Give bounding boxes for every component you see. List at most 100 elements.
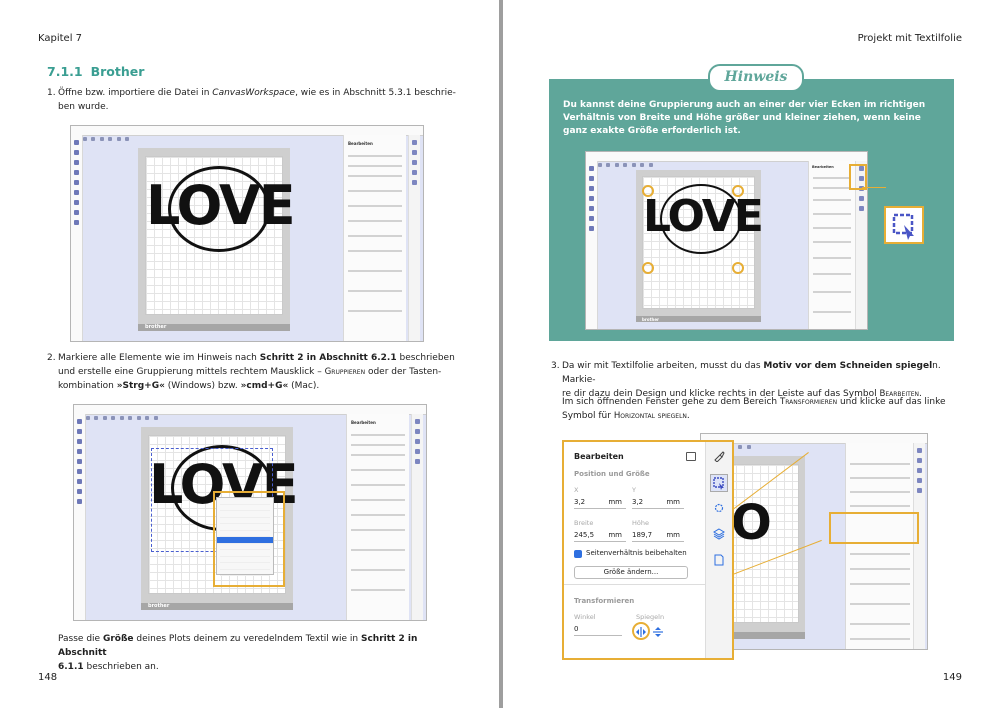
step-1-number: 1.	[47, 88, 56, 98]
step-2-number: 2.	[47, 353, 56, 363]
hint-text: Du kannst deine Gruppierung auch an eine…	[563, 100, 926, 136]
step-2: 2. Markiere alle Elemente wie im Hinweis…	[47, 351, 458, 393]
step-2-line3-cont: (Windows) bzw.	[164, 381, 241, 391]
edit-icon-callout	[884, 206, 924, 244]
step-2-line2: und erstelle eine Gruppierung mittels re…	[58, 367, 325, 377]
step-1-text-cont: , wie es in Abschnitt 5.3.1 beschrie-	[295, 88, 456, 98]
bearbeiten-icon	[713, 477, 724, 490]
cutting-mat: brother LOVE	[636, 170, 764, 322]
screenshot-2: brother LOVE Bearbeiten	[73, 404, 427, 621]
paint-icon[interactable]	[713, 450, 725, 462]
love-design: LOVE	[643, 191, 764, 242]
x-value: 3,2	[574, 498, 586, 506]
document-icon[interactable]	[713, 554, 725, 566]
section-heading: 7.1.1 Brother	[47, 64, 144, 79]
y-field[interactable]: 3,2 mm	[632, 497, 684, 509]
step-3-paragraph-2: Im sich öffnenden Fenster gehe zu dem Be…	[562, 395, 960, 423]
width-value: 245,5	[574, 531, 595, 539]
panel-title: Bearbeiten	[351, 420, 376, 425]
angle-value: 0	[574, 625, 579, 633]
closing-text-end: beschrieben an.	[83, 662, 159, 672]
step-2-line3-end: (Mac).	[288, 381, 320, 391]
step-3-text: Da wir mit Textilfolie arbeiten, musst d…	[562, 361, 764, 371]
closing-text-cont: deines Plots deinem zu veredelndem Texti…	[133, 634, 361, 644]
cutting-mat: brother LOVE	[138, 148, 296, 331]
callout-connector	[862, 187, 886, 188]
mirror-vertical-button[interactable]	[652, 623, 664, 637]
hint-badge: Hinweis	[708, 64, 804, 92]
width-unit: mm	[608, 531, 622, 539]
mirror-vertical-icon	[653, 627, 663, 637]
mat-brand: brother	[642, 317, 660, 322]
shortcut-mac: »cmd+G«	[240, 381, 289, 391]
page-number-left: 148	[38, 672, 58, 683]
screenshot-1: brother LOVE Bearbeiten	[70, 125, 424, 342]
edit-panel-mini: Bearbeiten	[808, 161, 855, 329]
position-size-heading: Position und Größe	[574, 470, 650, 478]
right-icon-bar	[408, 135, 420, 341]
step-3-p2-cont: und klicke auf das linke	[837, 397, 946, 407]
height-unit: mm	[666, 531, 680, 539]
panel-title: Bearbeiten	[348, 141, 373, 146]
step-1-text-end: ben wurde.	[58, 102, 109, 112]
edit-panel-zoom: Bearbeiten Position und Größe X Y 3,2 mm …	[562, 440, 734, 660]
step-1: 1. Öffne bzw. importiere die Datei in Ca…	[47, 86, 458, 114]
step-2-ref: Schritt 2 in Abschnitt 6.2.1	[259, 353, 397, 363]
keep-ratio-checkbox[interactable]	[574, 550, 582, 558]
running-head-right: Projekt mit Textilfolie	[857, 33, 962, 44]
height-field[interactable]: 189,7 mm	[632, 530, 684, 542]
layers-icon[interactable]	[713, 528, 725, 540]
corner-handle-br	[732, 262, 744, 274]
closing-paragraph: Passe die Größe deines Plots deinem zu v…	[58, 632, 458, 674]
right-icon-bar	[411, 414, 423, 620]
resize-button[interactable]: Größe ändern...	[574, 566, 688, 579]
corner-handle-bl	[642, 262, 654, 274]
edit-panel-mini: Bearbeiten	[346, 414, 409, 620]
mirror-horizontal-icon	[636, 627, 646, 637]
section-number: 7.1.1	[47, 64, 83, 79]
panel-icon-sidebar	[705, 442, 732, 658]
love-design: LOVE	[146, 174, 296, 237]
width-field[interactable]: 245,5 mm	[574, 530, 626, 542]
transformieren-ref: Transformieren	[779, 397, 838, 407]
step-2-text-cont: beschrieben	[396, 353, 455, 363]
divider	[564, 584, 706, 585]
y-value: 3,2	[632, 498, 644, 506]
step-1-app-name: CanvasWorkspace	[212, 88, 296, 98]
screenshot-left-tools	[71, 135, 83, 341]
step-2-line2-cont: oder der Tasten-	[365, 367, 442, 377]
mat-brand: brother	[145, 324, 167, 330]
corner-handle-tr	[732, 185, 744, 197]
angle-field[interactable]: 0	[574, 624, 622, 636]
closing-ref-num: 6.1.1	[58, 662, 84, 672]
gear-icon[interactable]	[713, 502, 725, 514]
page-number-right: 149	[942, 672, 962, 683]
running-head-left: Kapitel 7	[38, 33, 83, 44]
closing-text: Passe die	[58, 634, 103, 644]
edit-panel-title: Bearbeiten	[574, 452, 624, 461]
keep-ratio-label: Seitenverhältnis beibehalten	[586, 549, 687, 557]
mat-brand: brother	[148, 603, 170, 609]
step-1-text: Öffne bzw. importiere die Datei in	[58, 88, 213, 98]
x-field[interactable]: 3,2 mm	[574, 497, 626, 509]
closing-bold-size: Größe	[102, 634, 134, 644]
step-2-line3: kombination	[58, 381, 117, 391]
step-2-text: Markiere alle Elemente wie im Hinweis na…	[58, 353, 260, 363]
x-unit: mm	[608, 498, 622, 506]
angle-label: Winkel	[574, 613, 596, 621]
edit-panel-mini	[845, 443, 914, 649]
y-unit: mm	[666, 498, 680, 506]
hint-screenshot: brother LOVE Bearbeiten	[585, 151, 868, 330]
mirror-horizontal-button[interactable]	[632, 622, 650, 640]
panel-toggle-icon[interactable]	[686, 452, 696, 461]
screenshot-left-tools	[74, 414, 86, 620]
step-3-number: 3.	[551, 361, 560, 371]
step-3-p2-line2: Symbol für	[562, 411, 614, 421]
edit-tab-active[interactable]	[710, 474, 728, 492]
horizontal-spiegeln-ref: Horizontal spiegeln	[613, 411, 687, 421]
transform-heading: Transformieren	[574, 597, 635, 605]
step-3-p2-text: Im sich öffnenden Fenster gehe zu dem Be…	[562, 397, 780, 407]
mirror-label: Spiegeln	[636, 613, 665, 621]
screenshot-left-tools	[586, 161, 598, 329]
panel-title: Bearbeiten	[812, 165, 834, 169]
